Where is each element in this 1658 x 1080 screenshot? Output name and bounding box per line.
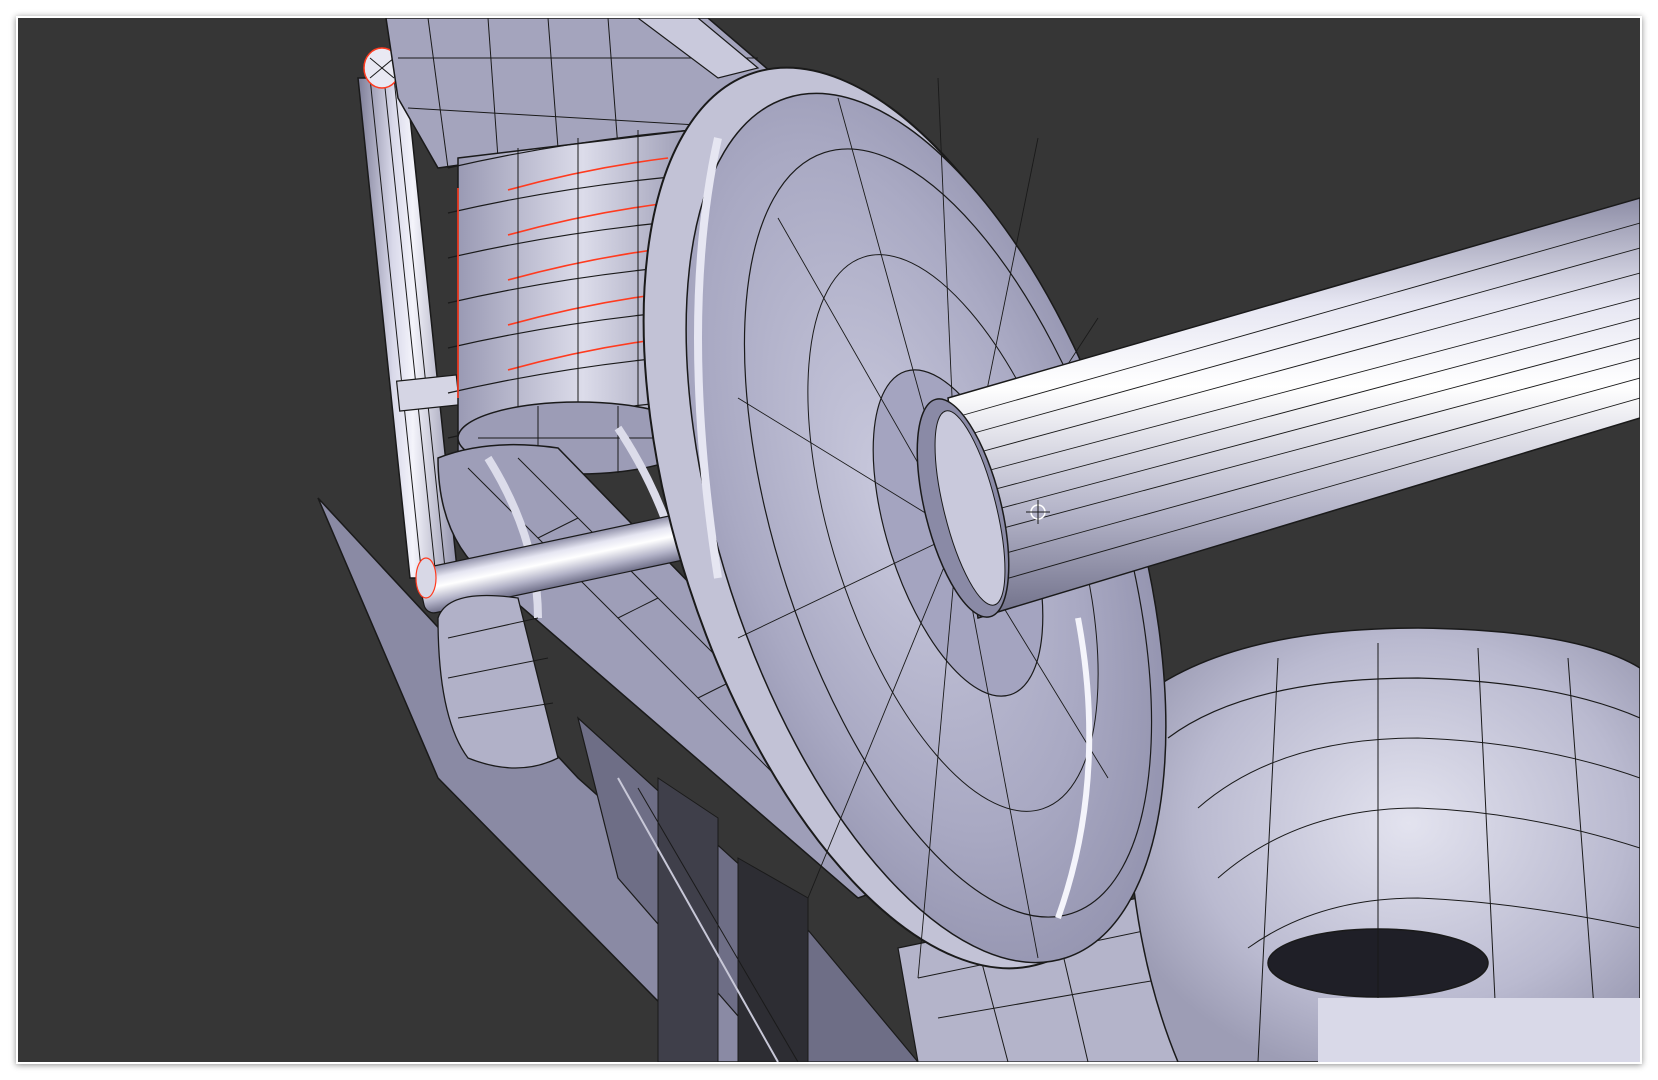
bowl-mesh[interactable] xyxy=(1125,627,1640,1062)
3d-viewport[interactable] xyxy=(18,18,1640,1062)
screenshot-frame xyxy=(16,16,1642,1064)
scene[interactable] xyxy=(18,18,1640,1062)
